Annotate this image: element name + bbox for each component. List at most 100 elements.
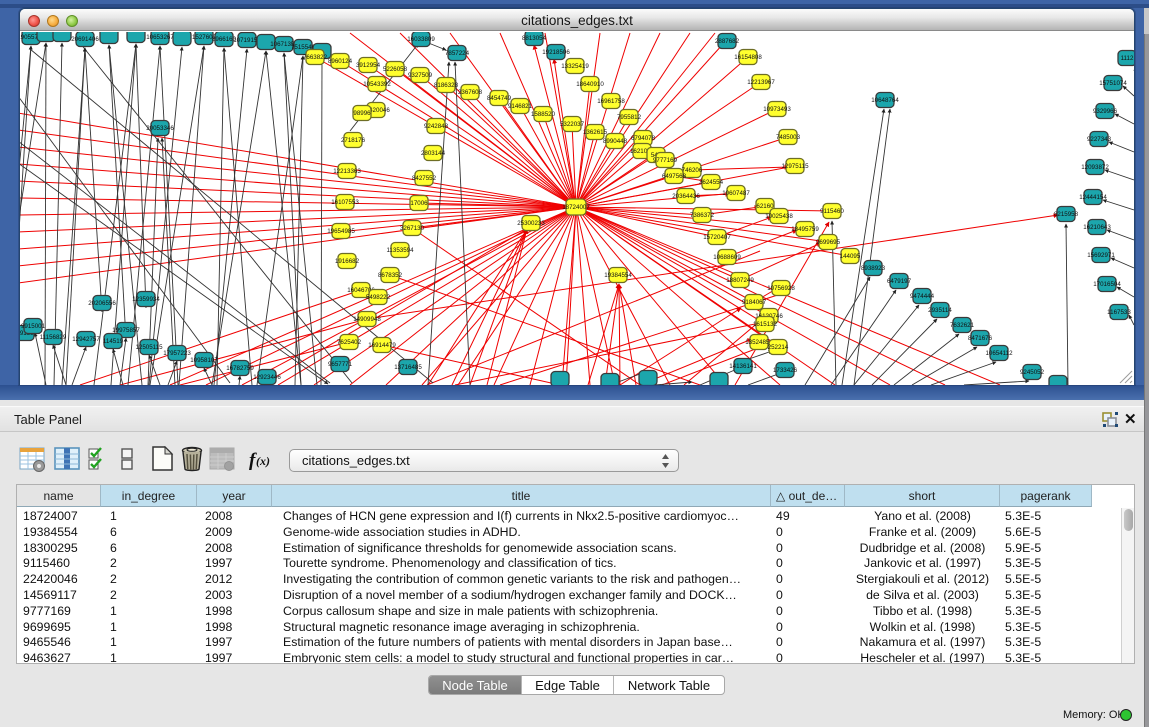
svg-text:2367608: 2367608 [458, 89, 483, 96]
svg-text:14909948: 14909948 [353, 316, 381, 323]
svg-text:114519: 114519 [103, 338, 124, 345]
svg-text:16961758: 16961758 [597, 98, 625, 105]
svg-text:13716485: 13716485 [394, 364, 422, 371]
svg-text:16154808: 16154808 [734, 54, 762, 61]
svg-text:1112: 1112 [1121, 55, 1134, 62]
svg-text:6497568: 6497568 [662, 173, 687, 180]
svg-text:25300233: 25300233 [517, 220, 545, 227]
svg-text:9474444: 9474444 [910, 293, 935, 300]
svg-text:7485003: 7485003 [776, 134, 801, 141]
svg-text:12942757: 12942757 [72, 336, 100, 343]
svg-text:12444154: 12444154 [1079, 194, 1107, 201]
svg-text:18495759: 18495759 [791, 226, 819, 233]
svg-text:10025438: 10025438 [765, 213, 793, 220]
svg-text:12213967: 12213967 [747, 79, 775, 86]
svg-text:8813054: 8813054 [522, 35, 547, 42]
svg-text:20053346: 20053346 [146, 125, 174, 132]
svg-text:16914479: 16914479 [368, 342, 396, 349]
svg-text:12213363: 12213363 [333, 168, 361, 175]
svg-text:12975115: 12975115 [781, 163, 809, 170]
svg-text:1916682: 1916682 [335, 258, 360, 265]
svg-text:3624554: 3624554 [699, 179, 724, 186]
svg-text:19654985: 19654985 [327, 228, 355, 235]
svg-text:15751074: 15751074 [1099, 80, 1127, 87]
svg-text:18724007: 18724007 [562, 204, 590, 211]
svg-text:7386372: 7386372 [690, 212, 715, 219]
svg-text:15692971: 15692971 [1087, 252, 1115, 259]
svg-text:8960124: 8960124 [328, 58, 353, 65]
svg-text:2803144: 2803144 [421, 150, 446, 157]
svg-text:20691406: 20691406 [71, 36, 99, 43]
svg-text:9184067: 9184067 [742, 299, 767, 306]
svg-text:9227343: 9227343 [1087, 136, 1112, 143]
svg-text:1615132: 1615132 [753, 321, 778, 328]
svg-text:9915001: 9915001 [21, 323, 46, 330]
svg-text:9327509: 9327509 [408, 72, 433, 79]
svg-text:12505115: 12505115 [135, 344, 163, 351]
svg-text:13325419: 13325419 [561, 63, 589, 70]
svg-text:16107553: 16107553 [331, 199, 359, 206]
svg-text:9115460: 9115460 [820, 208, 844, 215]
svg-text:(x): (x) [256, 454, 270, 468]
svg-text:9777169: 9777169 [653, 157, 678, 164]
svg-text:17016504: 17016504 [1093, 281, 1121, 288]
svg-text:5226058: 5226058 [383, 66, 408, 73]
svg-text:2935114: 2935114 [928, 307, 952, 314]
svg-text:20206556: 20206556 [88, 300, 116, 307]
svg-text:3267130: 3267130 [400, 225, 425, 232]
svg-text:10653267: 10653267 [146, 34, 174, 41]
svg-text:17006: 17006 [410, 200, 428, 207]
svg-text:3912954: 3912954 [356, 62, 381, 69]
svg-text:8471676: 8471676 [968, 335, 993, 342]
svg-text:1588520: 1588520 [531, 111, 556, 118]
svg-text:8454749: 8454749 [487, 95, 512, 102]
svg-text:9699695: 9699695 [816, 239, 841, 246]
svg-text:2718176: 2718176 [341, 137, 366, 144]
svg-text:16210643: 16210643 [1083, 224, 1111, 231]
svg-text:5498222: 5498222 [366, 294, 391, 301]
svg-text:7857224: 7857224 [445, 50, 470, 57]
svg-text:14136141: 14136141 [729, 363, 757, 370]
svg-text:12359934: 12359934 [132, 296, 160, 303]
svg-text:1733426: 1733426 [773, 367, 798, 374]
svg-text:10973493: 10973493 [763, 106, 791, 113]
svg-text:6794078: 6794078 [631, 135, 656, 142]
svg-text:19384554: 19384554 [604, 272, 632, 279]
svg-text:10607487: 10607487 [722, 190, 750, 197]
svg-text:20364436: 20364436 [672, 193, 700, 200]
svg-text:11353594: 11353594 [386, 247, 414, 254]
svg-text:252214: 252214 [768, 344, 789, 351]
svg-text:12923446: 12923446 [253, 374, 281, 381]
svg-text:16782759: 16782759 [226, 365, 254, 372]
svg-text:144095: 144095 [840, 253, 861, 260]
svg-text:9245052: 9245052 [1020, 369, 1045, 376]
svg-text:9242848: 9242848 [424, 123, 449, 130]
svg-text:1362615: 1362615 [583, 129, 608, 136]
svg-text:8990448: 8990448 [603, 138, 628, 145]
svg-text:12093872: 12093872 [1081, 164, 1109, 171]
svg-text:19218506: 19218506 [542, 49, 570, 56]
svg-text:15720407: 15720407 [703, 234, 731, 241]
svg-text:8215958: 8215958 [1054, 211, 1079, 218]
svg-text:8186328: 8186328 [434, 82, 459, 89]
svg-text:11156829: 11156829 [40, 334, 67, 341]
svg-text:7625402: 7625402 [337, 339, 362, 346]
svg-text:7955812: 7955812 [617, 114, 642, 121]
svg-text:18640910: 18640910 [576, 81, 604, 88]
svg-text:9657771: 9657771 [328, 361, 353, 368]
svg-text:10756928: 10756928 [767, 285, 795, 292]
svg-text:9329966: 9329966 [1093, 108, 1118, 115]
svg-text:10654112: 10654112 [985, 350, 1013, 357]
svg-text:7663822: 7663822 [303, 54, 328, 61]
svg-text:10648764: 10648764 [871, 97, 899, 104]
svg-text:8678352: 8678352 [378, 272, 403, 279]
svg-text:8427552: 8427552 [412, 175, 437, 182]
svg-text:10688609: 10688609 [713, 254, 741, 261]
svg-text:1167533: 1167533 [1107, 309, 1131, 316]
svg-text:9146821: 9146821 [508, 103, 533, 110]
svg-text:17957223: 17957223 [163, 350, 191, 357]
svg-text:7632621: 7632621 [950, 322, 975, 329]
svg-text:18807249: 18807249 [726, 277, 754, 284]
svg-text:8938923: 8938923 [861, 265, 886, 272]
svg-text:6479197: 6479197 [887, 278, 912, 285]
